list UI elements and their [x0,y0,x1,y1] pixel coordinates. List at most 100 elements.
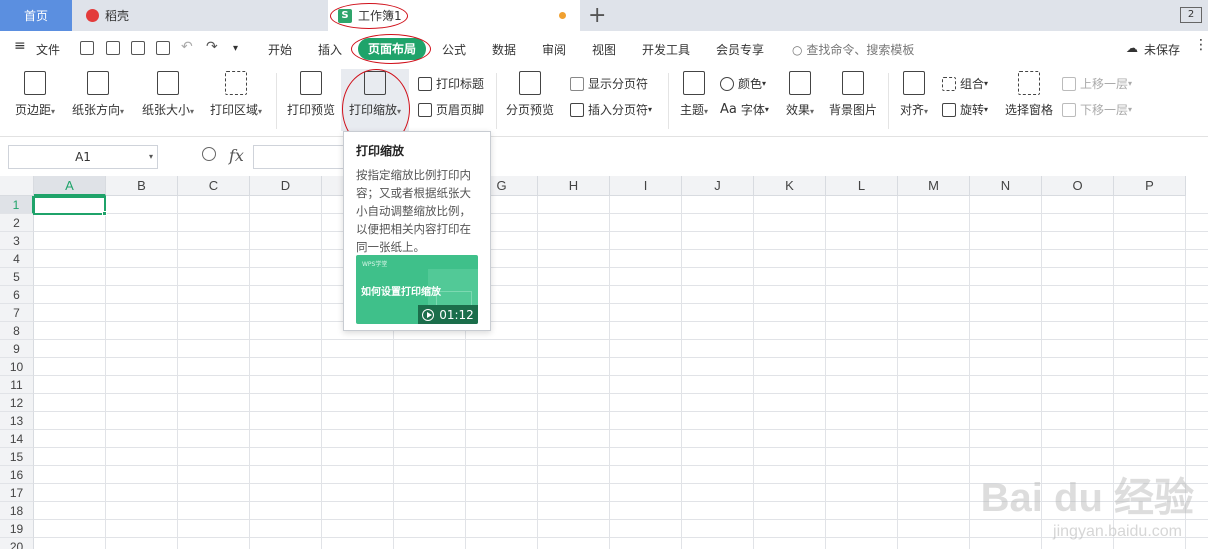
row-header-15[interactable]: 15 [0,448,34,466]
tab-workbook[interactable]: S 工作簿1 [328,0,580,31]
tab-data[interactable]: 数据 [492,41,516,58]
orientation-button[interactable]: 纸张方向▾ [68,71,128,118]
row-header-7[interactable]: 7 [0,304,34,322]
selection-pane-button[interactable]: 选择窗格 [1004,71,1054,118]
row-header-9[interactable]: 9 [0,340,34,358]
row-header-6[interactable]: 6 [0,286,34,304]
paper-size-button[interactable]: 纸张大小▾ [138,71,198,118]
bring-forward-button[interactable]: 上移一层 ▾ [1062,75,1132,92]
row-header-18[interactable]: 18 [0,502,34,520]
margins-button[interactable]: 页边距▾ [10,71,60,118]
tab-home[interactable]: 首页 [0,0,72,31]
print-preview-quick-icon[interactable] [156,41,170,55]
zoom-icon[interactable] [202,147,216,161]
row-header-8[interactable]: 8 [0,322,34,340]
search-icon: ○ [792,43,803,57]
tab-developer[interactable]: 开发工具 [642,41,690,58]
show-page-breaks-checkbox[interactable]: 显示分页符 [570,75,648,92]
print-preview-button[interactable]: 打印预览 [284,71,338,118]
column-header-d[interactable]: D [250,176,322,196]
colors-button[interactable]: 颜色 ▾ [720,75,766,92]
effects-button[interactable]: 效果▾ [782,71,818,118]
row-header-10[interactable]: 10 [0,358,34,376]
fx-icon[interactable]: fx [229,146,244,165]
redo-icon[interactable]: ↷ [206,39,218,55]
save-icon[interactable] [80,41,94,55]
quick-access-dropdown-icon[interactable]: ▾ [233,43,238,54]
row-header-4[interactable]: 4 [0,250,34,268]
fonts-button[interactable]: Aa 字体 ▾ [720,101,769,118]
checkbox-icon [570,76,584,91]
tab-formula[interactable]: 公式 [442,41,466,58]
column-header-a[interactable]: A [34,176,106,196]
tab-review[interactable]: 审阅 [542,41,566,58]
tab-daoke[interactable]: 稻壳 [72,0,328,31]
column-header-o[interactable]: O [1042,176,1114,196]
row-header-14[interactable]: 14 [0,430,34,448]
send-backward-button[interactable]: 下移一层 ▾ [1062,101,1132,118]
row-header-1[interactable]: 1 [0,196,34,214]
grid-line [34,267,1208,268]
group-button[interactable]: 组合 ▾ [942,75,988,92]
row-header-3[interactable]: 3 [0,232,34,250]
column-header-m[interactable]: M [898,176,970,196]
column-header-k[interactable]: K [754,176,826,196]
row-header-11[interactable]: 11 [0,376,34,394]
row-header-2[interactable]: 2 [0,214,34,232]
tab-view[interactable]: 视图 [592,41,616,58]
print-area-button[interactable]: 打印区域▾ [206,71,266,118]
column-header-h[interactable]: H [538,176,610,196]
column-header-c[interactable]: C [178,176,250,196]
paper-size-icon [157,71,179,95]
print-titles-button[interactable]: 打印标题 [418,75,484,92]
tutorial-video-thumbnail[interactable]: WPS学堂 如何设置打印缩放 01:12 [356,255,478,324]
header-footer-button[interactable]: 页眉页脚 [418,101,484,118]
grid-line [34,303,1208,304]
select-all-corner[interactable] [0,176,34,196]
selected-cell-a1[interactable] [33,196,106,215]
row-header-16[interactable]: 16 [0,466,34,484]
export-pdf-icon[interactable] [106,41,120,55]
align-button[interactable]: 对齐▾ [896,71,932,118]
tab-start[interactable]: 开始 [268,41,292,58]
name-box[interactable]: A1 ▾ [8,145,158,169]
separator [888,73,889,129]
tab-insert[interactable]: 插入 [318,41,342,58]
print-scale-tooltip: 打印缩放 按指定缩放比例打印内容；又或者根据纸张大小自动调整缩放比例，以便把相关… [343,131,491,331]
theme-icon [683,71,705,95]
fill-handle[interactable] [102,211,107,216]
window-count-button[interactable]: 2 [1180,7,1202,23]
tab-page-layout[interactable]: 页面布局 [358,38,426,60]
more-icon[interactable]: ⋮ [1194,37,1208,53]
file-menu[interactable]: 文件 [36,41,60,58]
print-icon[interactable] [131,41,145,55]
page-break-preview-button[interactable]: 分页预览 [504,71,556,118]
row-header-17[interactable]: 17 [0,484,34,502]
print-scale-button[interactable]: 打印缩放▾ [344,71,406,118]
hamburger-icon[interactable]: ≡ [14,38,26,54]
column-header-n[interactable]: N [970,176,1042,196]
formula-input[interactable] [253,145,353,169]
row-header-20[interactable]: 20 [0,538,34,549]
theme-label: 主题 [679,103,704,117]
group-label: 组合 [960,77,985,91]
column-header-i[interactable]: I [610,176,682,196]
unsaved-status[interactable]: 未保存 [1144,41,1180,58]
tab-member[interactable]: 会员专享 [716,41,764,58]
rotate-button[interactable]: 旋转 ▾ [942,101,988,118]
column-header-b[interactable]: B [106,176,178,196]
column-header-l[interactable]: L [826,176,898,196]
column-header-j[interactable]: J [682,176,754,196]
insert-page-break-button[interactable]: 插入分页符 ▾ [570,101,652,118]
separator [496,73,497,129]
row-header-5[interactable]: 5 [0,268,34,286]
command-search[interactable]: ○ 查找命令、搜索模板 [792,41,914,58]
column-header-p[interactable]: P [1114,176,1186,196]
row-header-13[interactable]: 13 [0,412,34,430]
theme-button[interactable]: 主题▾ [676,71,712,118]
new-tab-button[interactable]: + [588,3,606,28]
background-image-button[interactable]: 背景图片 [826,71,880,118]
undo-icon[interactable]: ↶ [181,39,193,55]
row-header-19[interactable]: 19 [0,520,34,538]
row-header-12[interactable]: 12 [0,394,34,412]
